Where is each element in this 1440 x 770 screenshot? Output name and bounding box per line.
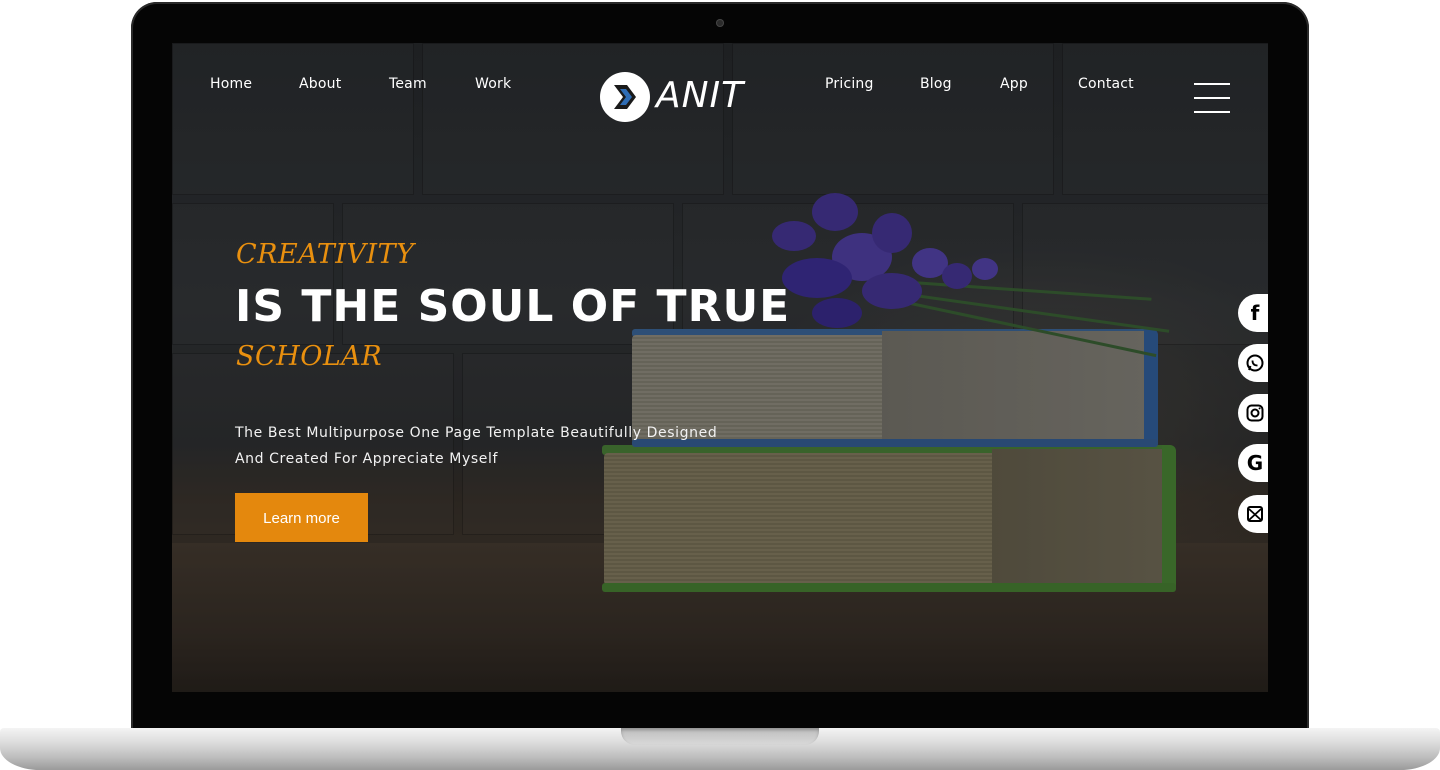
nav-team[interactable]: Team <box>389 76 427 92</box>
website-screen: Home About Team Work ANIT Pricing Blog A… <box>172 43 1268 692</box>
laptop-notch <box>621 728 819 745</box>
brand-logo[interactable]: ANIT <box>600 69 743 125</box>
hero-subhead: SCHOLAR <box>236 341 383 372</box>
nav-about[interactable]: About <box>299 76 341 92</box>
nav-blog[interactable]: Blog <box>920 76 952 92</box>
hero-headline: IS THE SOUL OF TRUE <box>235 281 791 332</box>
learn-more-button[interactable]: Learn more <box>235 493 368 542</box>
hero-description-line2: And Created For Appreciate Myself <box>235 451 498 467</box>
nav-pricing[interactable]: Pricing <box>825 76 874 92</box>
hero-eyebrow: CREATIVITY <box>236 239 415 270</box>
logo-mark-icon <box>600 72 650 122</box>
brand-name: ANIT <box>656 75 745 116</box>
nav-app[interactable]: App <box>1000 76 1028 92</box>
camera-icon <box>716 19 724 27</box>
nav-contact[interactable]: Contact <box>1078 76 1134 92</box>
whatsapp-icon[interactable] <box>1238 344 1268 382</box>
nav-home[interactable]: Home <box>210 76 252 92</box>
google-icon[interactable]: G <box>1238 444 1268 482</box>
hero-description-line1: The Best Multipurpose One Page Template … <box>235 425 718 441</box>
mail-icon[interactable] <box>1238 495 1268 533</box>
nav-work[interactable]: Work <box>475 76 511 92</box>
facebook-icon[interactable]: f <box>1238 294 1268 332</box>
instagram-icon[interactable] <box>1238 394 1268 432</box>
menu-icon[interactable] <box>1194 83 1230 113</box>
